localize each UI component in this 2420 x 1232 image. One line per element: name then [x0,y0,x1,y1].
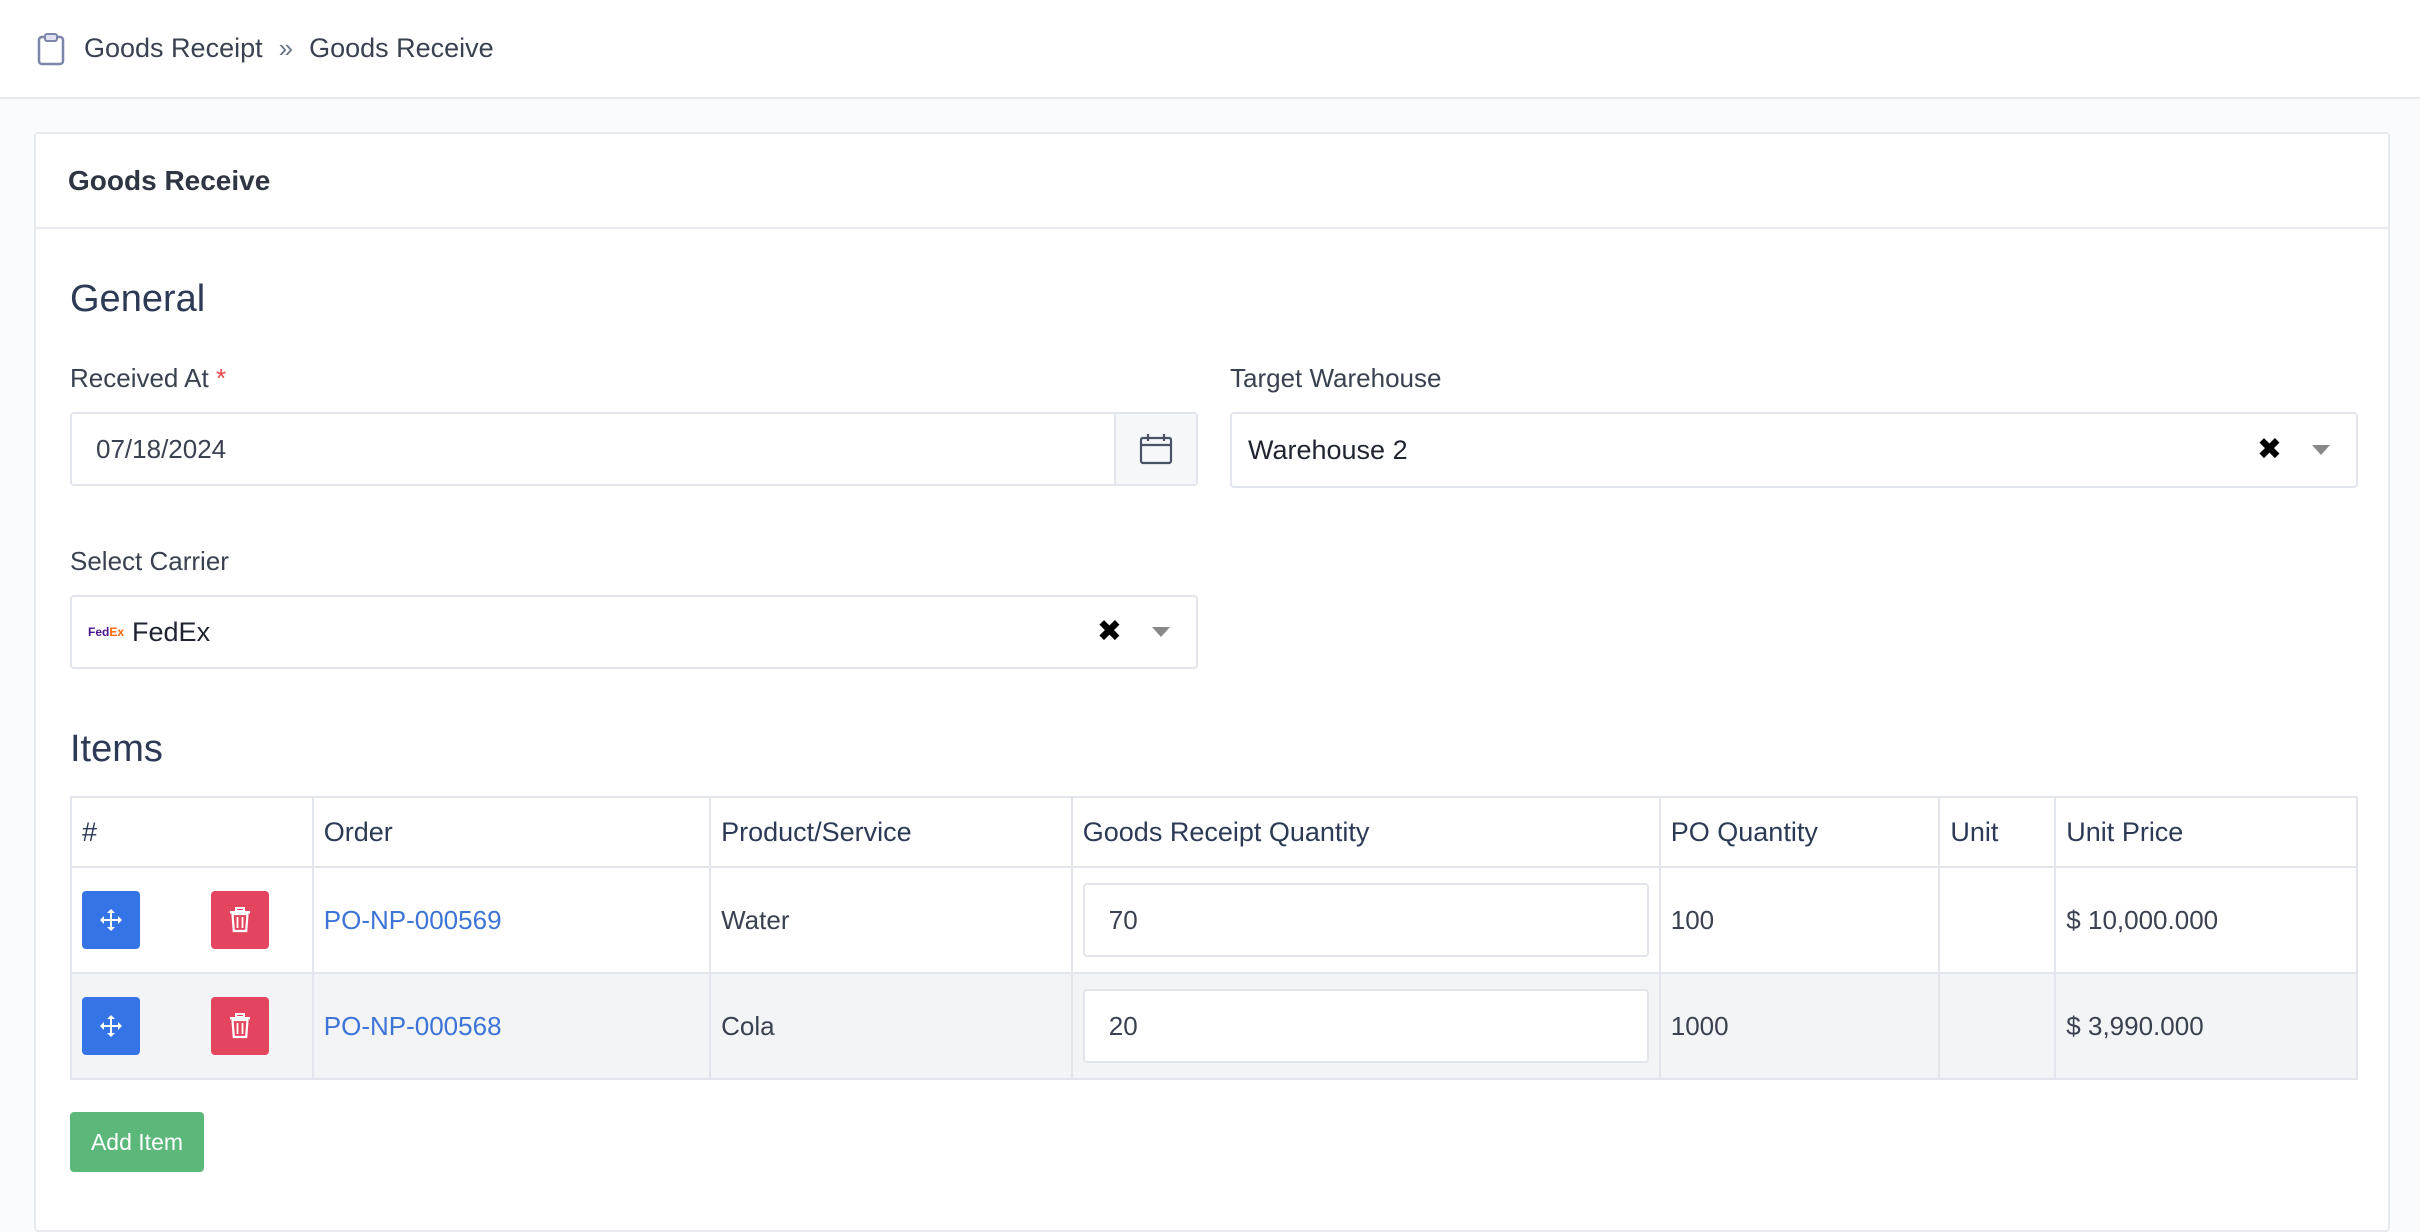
add-item-button[interactable]: Add Item [70,1112,204,1172]
column-header-product: Product/Service [709,796,1073,868]
calendar-button[interactable] [1114,414,1196,484]
table-row: PO-NP-000568 Cola 20 1000 $ 3,990.000 [70,972,2358,1080]
calendar-icon [1139,434,1173,465]
target-warehouse-select[interactable]: Warehouse 2 ✖ [1230,412,2358,488]
po-quantity-cell: 1000 [1658,972,1941,1080]
received-at-field[interactable]: 07/18/2024 [70,412,1198,486]
breadcrumb-item-goods-receive: Goods Receive [309,33,494,63]
trash-icon [230,907,251,933]
gr-quantity-input[interactable]: 70 [1082,883,1649,957]
order-cell: PO-NP-000569 [311,866,712,974]
general-heading: General [70,278,206,320]
chevron-down-icon[interactable] [1152,627,1170,637]
breadcrumb-separator: » [278,33,294,63]
card-header: Goods Receive [36,134,2388,229]
unit-cell [1938,866,2057,974]
clear-warehouse-icon[interactable]: ✖ [2257,435,2282,465]
received-at-value[interactable]: 07/18/2024 [72,434,1114,465]
product-cell: Water [709,866,1073,974]
move-icon [100,1015,122,1037]
trash-icon [230,1013,251,1039]
row-actions [70,866,314,974]
clear-carrier-icon[interactable]: ✖ [1097,617,1122,647]
received-at-label: Received At * [70,363,227,393]
row-actions [70,972,314,1080]
column-header-po-quantity: PO Quantity [1658,796,1941,868]
move-button[interactable] [82,891,140,949]
po-quantity-cell: 100 [1658,866,1941,974]
table-row: PO-NP-000569 Water 70 100 $ 10,000.000 [70,866,2358,974]
target-warehouse-label: Target Warehouse [1230,363,1442,393]
table-header-row: # Order Product/Service Goods Receipt Qu… [70,796,2358,868]
product-cell: Cola [709,972,1073,1080]
clipboard-icon [36,32,66,66]
breadcrumb-item-goods-receipt[interactable]: Goods Receipt [84,33,263,64]
goods-receive-card: Goods Receive General Received At * 07/1… [34,132,2390,1232]
delete-button[interactable] [211,891,270,949]
breadcrumb-bar: Goods Receipt » Goods Receive [0,0,2420,99]
move-icon [100,909,122,931]
order-link[interactable]: PO-NP-000568 [324,1011,502,1041]
column-header-unit: Unit [1938,796,2057,868]
unit-price-cell: $ 10,000.000 [2054,866,2358,974]
target-warehouse-value: Warehouse 2 [1248,434,1408,465]
gr-quantity-cell: 70 [1070,866,1661,974]
move-button[interactable] [82,997,140,1055]
items-table: # Order Product/Service Goods Receipt Qu… [70,796,2358,1080]
column-header-gr-quantity: Goods Receipt Quantity [1070,796,1661,868]
carrier-value: FedEx [132,616,211,647]
delete-button[interactable] [211,997,270,1055]
unit-price-cell: $ 3,990.000 [2054,972,2358,1080]
items-heading: Items [70,728,163,770]
required-mark: * [215,363,227,393]
column-header-unit-price: Unit Price [2054,796,2358,868]
gr-quantity-input[interactable]: 20 [1082,989,1649,1063]
select-carrier-label: Select Carrier [70,546,229,576]
column-header-order: Order [311,796,712,868]
carrier-select[interactable]: Fed Ex FedEx ✖ [70,595,1198,669]
column-header-index: # [70,796,314,868]
fedex-logo: Fed Ex [88,625,125,639]
gr-quantity-cell: 20 [1070,972,1661,1080]
order-cell: PO-NP-000568 [311,972,712,1080]
order-link[interactable]: PO-NP-000569 [324,905,502,935]
unit-cell [1938,972,2057,1080]
chevron-down-icon[interactable] [2312,445,2330,455]
card-title: Goods Receive [68,164,271,196]
